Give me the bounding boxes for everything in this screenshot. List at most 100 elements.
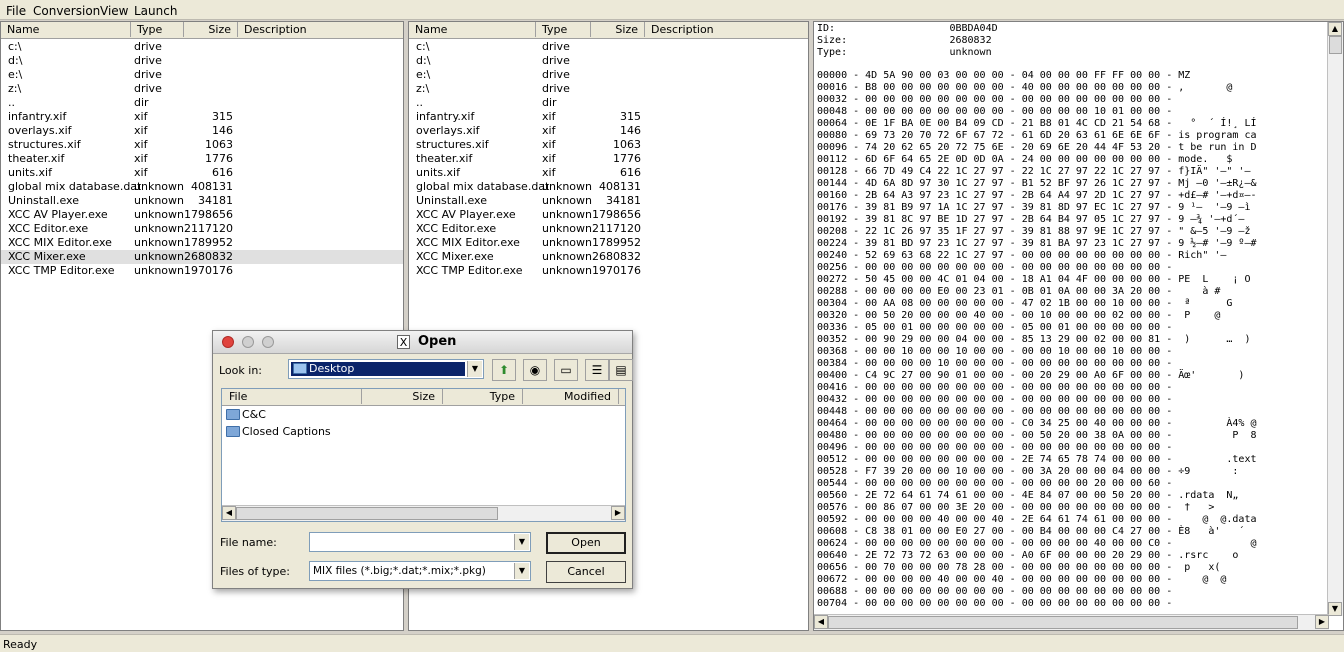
dialog-hscrollbar[interactable]: ◀ ▶ [222, 505, 625, 521]
cell-size: 315 [620, 110, 641, 123]
look-in-select[interactable]: Desktop ▼ [288, 359, 484, 379]
menu-conversion[interactable]: Conversion [33, 4, 100, 18]
cell-name: theater.xif [8, 152, 65, 165]
table-row[interactable]: global mix database.dat unknown 408131 [409, 180, 808, 194]
cell-name: e:\ [416, 68, 431, 81]
menu-view[interactable]: View [100, 4, 128, 18]
scroll-down-icon[interactable]: ▼ [1328, 602, 1342, 616]
hex-line: 00208 - 22 1C 26 97 35 1F 27 97 - 39 81 … [817, 226, 1251, 237]
scroll-thumb-h[interactable] [828, 616, 1298, 629]
chevron-down-icon[interactable]: ▼ [514, 563, 529, 579]
horizontal-scrollbar[interactable]: ◀ ▶ [814, 614, 1329, 630]
hex-line: 00144 - 4D 6A 8D 97 30 1C 27 97 - B1 52 … [817, 178, 1257, 189]
table-row[interactable]: c:\ drive [409, 40, 808, 54]
table-row[interactable]: .. dir [409, 96, 808, 110]
table-row[interactable]: XCC AV Player.exe unknown 1798656 [409, 208, 808, 222]
table-row[interactable]: XCC Editor.exe unknown 2117120 [1, 222, 403, 236]
scroll-left-icon[interactable]: ◀ [222, 506, 236, 520]
hex-line: 00560 - 2E 72 64 61 74 61 00 00 - 4E 84 … [817, 490, 1239, 501]
column-type[interactable]: Type [536, 22, 591, 37]
table-row[interactable]: XCC Mixer.exe unknown 2680832 [409, 250, 808, 264]
vertical-scrollbar[interactable]: ▲ ▼ [1327, 22, 1343, 616]
close-icon[interactable] [222, 336, 234, 348]
table-row[interactable]: d:\ drive [409, 54, 808, 68]
table-row[interactable]: units.xif xif 616 [409, 166, 808, 180]
desktop-icon[interactable]: ◉ [523, 359, 547, 381]
table-row[interactable]: c:\ drive [1, 40, 403, 54]
chevron-down-icon[interactable]: ▼ [467, 361, 482, 377]
table-row[interactable]: infantry.xif xif 315 [1, 110, 403, 124]
list-item[interactable]: Closed Captions [226, 424, 331, 440]
hex-info-line: Type: unknown [817, 47, 992, 58]
detail-view-icon[interactable]: ▤ [609, 359, 633, 381]
chevron-down-icon[interactable]: ▼ [514, 534, 529, 550]
column-name[interactable]: Name [409, 22, 536, 37]
table-row[interactable]: XCC Editor.exe unknown 2117120 [409, 222, 808, 236]
menu-launch[interactable]: Launch [134, 4, 177, 18]
hex-line: 00000 - 4D 5A 90 00 03 00 00 00 - 04 00 … [817, 70, 1191, 81]
table-row[interactable]: theater.xif xif 1776 [1, 152, 403, 166]
hex-line: 00112 - 6D 6F 64 65 2E 0D 0D 0A - 24 00 … [817, 154, 1233, 165]
cell-name: d:\ [8, 54, 23, 67]
scroll-right-icon[interactable]: ▶ [611, 506, 625, 520]
minimize-icon[interactable] [242, 336, 254, 348]
table-row[interactable]: XCC TMP Editor.exe unknown 1970176 [1, 264, 403, 278]
menu-file[interactable]: File [6, 4, 26, 18]
column-type[interactable]: Type [443, 389, 523, 404]
list-item[interactable]: C&C [226, 407, 266, 423]
table-row[interactable]: XCC MIX Editor.exe unknown 1789952 [409, 236, 808, 250]
table-row[interactable]: XCC Mixer.exe unknown 2680832 [1, 250, 403, 264]
column-description[interactable]: Description [645, 22, 808, 37]
table-row[interactable]: XCC MIX Editor.exe unknown 1789952 [1, 236, 403, 250]
scroll-thumb[interactable] [236, 507, 498, 520]
cancel-button[interactable]: Cancel [546, 561, 626, 583]
open-button[interactable]: Open [546, 532, 626, 554]
hex-line: 00256 - 00 00 00 00 00 00 00 00 - 00 00 … [817, 262, 1173, 273]
table-row[interactable]: XCC AV Player.exe unknown 1798656 [1, 208, 403, 222]
column-size[interactable]: Size [591, 22, 645, 37]
hex-viewer[interactable]: ID: 0BBDA04D Size: 2680832 Type: unknown 00… [813, 21, 1344, 631]
dialog-titlebar[interactable]: X Open [213, 331, 632, 354]
table-row[interactable]: infantry.xif xif 315 [409, 110, 808, 124]
list-view-icon[interactable]: ☰ [585, 359, 609, 381]
column-size[interactable]: Size [184, 22, 238, 37]
column-modified[interactable]: Modified [523, 389, 619, 404]
table-row[interactable]: Uninstall.exe unknown 34181 [409, 194, 808, 208]
table-row[interactable]: structures.xif xif 1063 [1, 138, 403, 152]
scroll-right-icon[interactable]: ▶ [1315, 615, 1329, 629]
x11-icon: X [397, 335, 410, 349]
table-row[interactable]: structures.xif xif 1063 [409, 138, 808, 152]
table-row[interactable]: d:\ drive [1, 54, 403, 68]
cell-type: drive [134, 68, 162, 81]
table-row[interactable]: units.xif xif 616 [1, 166, 403, 180]
column-description[interactable]: Description [238, 22, 403, 37]
files-of-type-select[interactable]: MIX files (*.big;*.dat;*.mix;*.pkg) ▼ [309, 561, 531, 581]
table-row[interactable]: theater.xif xif 1776 [409, 152, 808, 166]
scroll-left-icon[interactable]: ◀ [814, 615, 828, 629]
new-folder-icon[interactable]: ▭ [554, 359, 578, 381]
table-row[interactable]: z:\ drive [409, 82, 808, 96]
table-row[interactable]: Uninstall.exe unknown 34181 [1, 194, 403, 208]
table-row[interactable]: XCC TMP Editor.exe unknown 1970176 [409, 264, 808, 278]
table-row[interactable]: z:\ drive [1, 82, 403, 96]
hex-line: 00496 - 00 00 00 00 00 00 00 00 - 00 00 … [817, 442, 1173, 453]
column-file[interactable]: File [222, 389, 362, 404]
column-size[interactable]: Size [362, 389, 443, 404]
cell-size: 1063 [205, 138, 233, 151]
up-folder-icon[interactable]: ⬆ [492, 359, 516, 381]
dialog-file-list[interactable]: File Size Type Modified C&C Closed Capti… [221, 388, 626, 522]
table-row[interactable]: e:\ drive [1, 68, 403, 82]
hex-line: 00624 - 00 00 00 00 00 00 00 00 - 00 00 … [817, 538, 1257, 549]
files-of-type-value: MIX files (*.big;*.dat;*.mix;*.pkg) [313, 565, 486, 577]
scroll-thumb[interactable] [1329, 36, 1342, 54]
scroll-up-icon[interactable]: ▲ [1328, 22, 1342, 36]
table-row[interactable]: overlays.xif xif 146 [409, 124, 808, 138]
column-type[interactable]: Type [131, 22, 184, 37]
file-name-input[interactable]: ▼ [309, 532, 531, 552]
table-row[interactable]: global mix database.dat unknown 408131 [1, 180, 403, 194]
column-name[interactable]: Name [1, 22, 131, 37]
table-row[interactable]: overlays.xif xif 146 [1, 124, 403, 138]
maximize-icon[interactable] [262, 336, 274, 348]
table-row[interactable]: .. dir [1, 96, 403, 110]
table-row[interactable]: e:\ drive [409, 68, 808, 82]
